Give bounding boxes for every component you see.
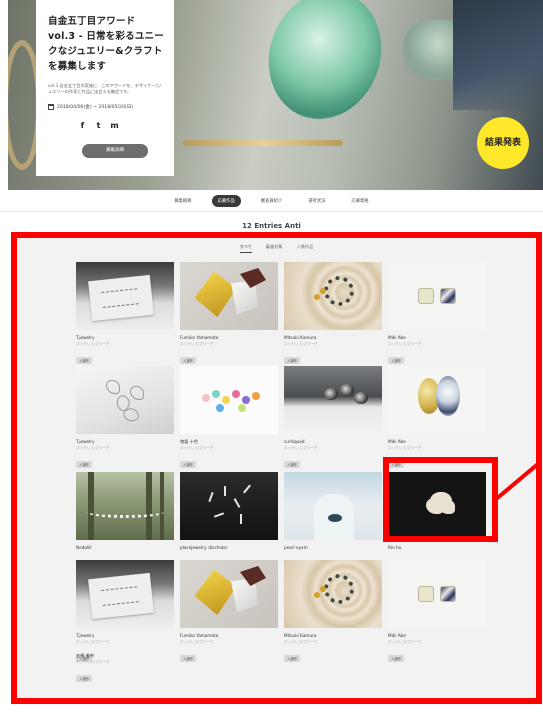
entry-card[interactable]: Miki Abe ネックレス/ブローチ 入選作 [388,366,486,470]
entry-thumbnail[interactable] [284,472,382,540]
section-nav: 募集概要 応募作品 審査員紹介 選考状況 応募資格 [0,190,543,212]
entry-category: ネックレス/ブローチ [76,446,110,450]
entry-card[interactable]: T.jewelry ネックレス/ブローチ 入選作 [76,366,174,470]
hero-banner: 自金五丁目アワード vol.3 - 日常を彩るユニークなジュエリー&クラフトを募… [8,0,543,190]
entry-tag: 入選作 [284,461,301,468]
nav-item-judges[interactable]: 審査員紹介 [255,195,288,207]
entry-thumbnail[interactable] [76,366,174,434]
message-icon[interactable]: m [110,121,119,130]
entry-category: ネックレス/ブローチ [284,640,318,644]
entry-card[interactable]: pearl oyem [284,472,382,551]
entry-category: ネックレス/ブローチ [284,446,318,450]
entry-category: ネックレス/ブローチ [284,342,318,346]
entry-thumbnail[interactable] [180,472,278,540]
tab-all[interactable]: すべて [239,244,252,253]
entry-name: Fumiko Yamamoto [180,633,219,638]
entry-thumbnail[interactable] [284,262,382,330]
section-title: 12 Entries Anti [242,222,301,230]
entry-category: ネックレス/ブローチ [180,342,214,346]
entry-thumbnail[interactable] [284,366,382,434]
entry-tag: 入選作 [388,357,405,364]
entry-card[interactable]: Nodolill [76,472,174,551]
entry-thumbnail[interactable] [76,472,174,540]
nav-item-eligibility[interactable]: 応募資格 [345,195,374,207]
entry-thumbnail[interactable] [388,560,486,628]
details-button[interactable]: 募集詳細 [82,144,148,158]
entry-card[interactable]: Fumiko Yamamoto ネックレス/ブローチ 入選作 [180,560,278,664]
entry-tag: 入選作 [76,461,93,468]
nav-item-entries[interactable]: 応募作品 [211,194,241,207]
entry-category: ネックレス/ブローチ [388,446,422,450]
entry-thumbnail[interactable] [180,560,278,628]
entry-name: T.jewelry [76,633,95,638]
entry-category: ネックレス/ブローチ [388,342,422,346]
entry-name: T.jewelry [76,335,95,340]
entry-category: ネックレス/ブローチ [388,640,422,644]
hero-jewel-green [251,0,399,135]
entry-category: ネックレス/ブローチ [76,640,110,644]
entry-tag: 入選作 [180,655,197,662]
nav-item-overview[interactable]: 募集概要 [168,195,197,207]
entry-card[interactable]: placejewelry. discholer [180,472,278,551]
calendar-icon [48,104,54,110]
entry-name: T.jewelry [76,439,95,444]
tab-winners[interactable]: 入賞作品 [297,244,314,253]
twitter-icon[interactable]: t [94,121,103,130]
entry-name: pearl oyem [284,545,308,550]
hero-gold-bar [183,140,343,146]
entry-tag: 入選作 [284,655,301,662]
hero-info-card: 自金五丁目アワード vol.3 - 日常を彩るユニークなジュエリー&クラフトを募… [36,0,174,176]
hero-date-text: 2018/04/06(金) ~ 2018/05/20(日) [57,105,134,110]
entry-name: Miki Abe [388,335,406,340]
entry-name: Mitsuki Kamura [284,335,317,340]
entry-thumbnail[interactable] [76,262,174,330]
entry-category: ネックレス/ブローチ [180,640,214,644]
entry-name: 物語 十色 [180,439,199,444]
nav-item-status[interactable]: 選考状況 [302,195,331,207]
entry-thumbnail[interactable] [284,560,382,628]
entry-tag: 入選作 [180,461,197,468]
entry-tag: 入選作 [388,655,405,662]
entry-tag: 入選作 [180,357,197,364]
hero-description: vol.3 自金五丁目の実施に、このアワードを、デザイナー/ジュエリーの作家と作… [48,83,162,94]
entry-name: Mitsuki Kamura [284,633,317,638]
facebook-icon[interactable]: f [78,121,87,130]
entry-tag: 入選作 [76,675,93,682]
entry-thumbnail[interactable] [388,262,486,330]
entry-card[interactable]: T.jewelry ネックレス/ブローチ 入選作 [76,262,174,366]
social-links: f t m [48,121,164,130]
entry-card[interactable]: Mitsuki Kamura ネックレス/ブローチ 入選作 [284,262,382,366]
hero-dark-object [453,0,543,110]
entry-card[interactable]: 五條 美奈 ネックレス/ブローチ 入選作 [76,648,174,684]
entry-thumbnail[interactable] [76,560,174,628]
tab-candidates[interactable]: 審査対象 [266,244,283,253]
entry-category: ネックレス/ブローチ [180,446,214,450]
entry-card[interactable]: Miki Abe ネックレス/ブローチ 入選作 [388,262,486,366]
entry-name: Miki Abe [388,439,406,444]
entry-name: Fumiko Yamamoto [180,335,219,340]
entry-card[interactable]: curlsquad ネックレス/ブローチ 入選作 [284,366,382,470]
results-badge[interactable]: 結果発表 [477,117,529,169]
entry-thumbnail[interactable] [388,366,486,434]
entry-name: Rin ho [388,545,402,550]
entry-thumbnail[interactable] [180,262,278,330]
selected-entry-highlight [383,457,498,542]
entry-card[interactable]: Mitsuki Kamura ネックレス/ブローチ 入選作 [284,560,382,664]
entry-filter-tabs: すべて 審査対象 入賞作品 [17,244,536,253]
entry-tag: 入選作 [284,357,301,364]
entry-thumbnail[interactable] [180,366,278,434]
entry-category: ネックレス/ブローチ [76,342,110,346]
entry-name: placejewelry. discholer [180,545,228,550]
entry-card[interactable]: Miki Abe ネックレス/ブローチ 入選作 [388,560,486,664]
entry-category: ネックレス/ブローチ [76,660,110,664]
entry-name: 五條 美奈 [76,653,95,658]
hero-date: 2018/04/06(金) ~ 2018/05/20(日) [48,104,164,110]
entry-name: Nodolill [76,545,92,550]
entry-name: curlsquad [284,439,305,444]
entry-card[interactable]: Fumiko Yamamoto ネックレス/ブローチ 入選作 [180,262,278,366]
entry-name: Miki Abe [388,633,406,638]
hero-title: 自金五丁目アワード vol.3 - 日常を彩るユニークなジュエリー&クラフトを募… [48,16,164,72]
entry-tag: 入選作 [76,357,93,364]
entry-card[interactable]: 物語 十色 ネックレス/ブローチ 入選作 [180,366,278,470]
